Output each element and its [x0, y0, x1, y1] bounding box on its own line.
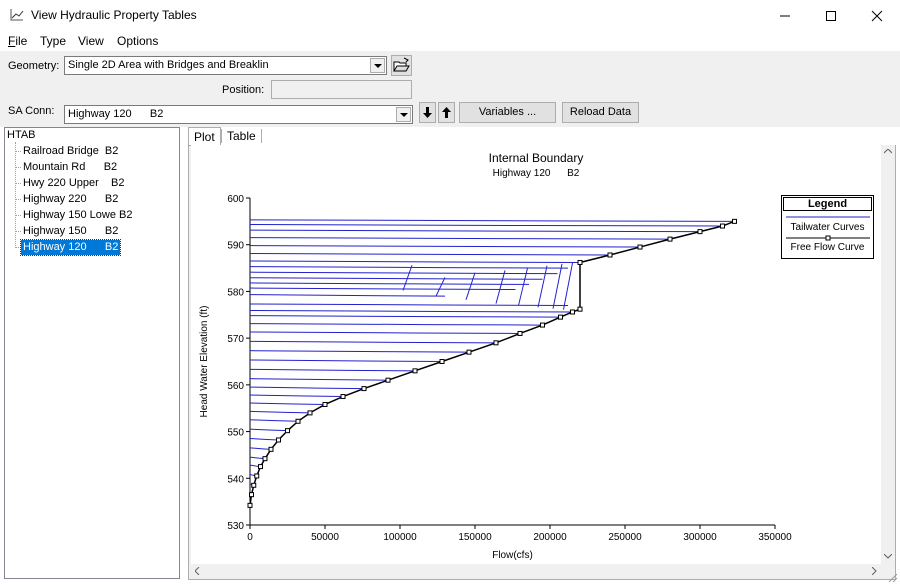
title-bar: View Hydraulic Property Tables [0, 0, 900, 31]
chart-legend: Legend Tailwater Curves Free Flow Curve [781, 195, 874, 259]
htab-tree[interactable]: HTAB Railroad Bridge B2 Mountain Rd B2 H… [4, 127, 180, 579]
tree-item[interactable]: Railroad Bridge B2 [21, 144, 120, 159]
reload-data-button[interactable]: Reload Data [562, 102, 639, 123]
vertical-scrollbar[interactable] [881, 145, 895, 564]
resize-grip-icon[interactable] [886, 571, 898, 583]
maximize-icon [826, 11, 836, 21]
up-arrow-icon [442, 107, 451, 118]
chart-title: Internal Boundary [488, 151, 584, 165]
scroll-up-icon[interactable] [884, 149, 892, 154]
legend-title: Legend [783, 197, 872, 211]
legend-freeflow-swatch [786, 235, 870, 241]
maximize-button[interactable] [808, 0, 854, 31]
app-chart-icon [10, 9, 24, 21]
tree-item[interactable]: Highway 150 B2 [21, 224, 120, 239]
window-title: View Hydraulic Property Tables [31, 8, 197, 22]
tree-item[interactable]: Hwy 220 Upper B2 [21, 176, 127, 191]
minimize-icon [780, 15, 790, 17]
previous-item-button[interactable] [438, 102, 455, 123]
close-button[interactable] [854, 0, 900, 31]
scroll-down-icon[interactable] [884, 554, 892, 559]
plot-area [191, 145, 881, 564]
saconn-value: Highway 120 B2 [68, 108, 164, 120]
legend-tailwater-swatch [786, 216, 870, 218]
variables-button[interactable]: Variables ... [459, 102, 556, 123]
tree-item[interactable]: Mountain Rd B2 [21, 160, 119, 175]
next-item-button[interactable] [419, 102, 436, 123]
geometry-dropdown[interactable]: Single 2D Area with Bridges and Breaklin [64, 56, 387, 75]
chevron-down-icon [400, 113, 408, 117]
tab-table[interactable]: Table [221, 129, 262, 143]
minimize-button[interactable] [762, 0, 808, 31]
menu-file[interactable]: File [8, 34, 27, 48]
open-geometry-button[interactable] [391, 55, 412, 76]
legend-tailwater-label: Tailwater Curves [790, 222, 865, 233]
down-arrow-icon [423, 107, 432, 118]
menu-bar: File Type View Options [0, 31, 900, 51]
scroll-right-icon[interactable] [872, 567, 877, 575]
saconn-dropdown[interactable]: Highway 120 B2 [64, 105, 413, 124]
position-label: Position: [222, 84, 265, 96]
dropdown-arrow[interactable] [396, 107, 411, 122]
tree-root[interactable]: HTAB [7, 129, 36, 141]
close-icon [871, 10, 883, 22]
chart-subtitle: Highway 120 B2 [492, 168, 580, 179]
scroll-left-icon[interactable] [195, 567, 200, 575]
dropdown-arrow[interactable] [370, 58, 385, 73]
tree-item[interactable]: Highway 150 Lowe B2 [21, 208, 134, 223]
chevron-down-icon [374, 64, 382, 68]
legend-freeflow-label: Free Flow Curve [790, 242, 865, 253]
position-field[interactable] [271, 80, 412, 99]
tab-plot[interactable]: Plot [188, 127, 221, 145]
tree-item-selected[interactable]: Highway 120 B2 [19, 239, 122, 256]
horizontal-scrollbar[interactable] [191, 564, 881, 578]
tree-item[interactable]: Highway 220 B2 [21, 192, 120, 207]
open-folder-icon [393, 57, 410, 72]
geometry-value: Single 2D Area with Bridges and Breaklin [68, 59, 269, 71]
saconn-label: SA Conn: [8, 105, 55, 117]
menu-options[interactable]: Options [117, 34, 158, 48]
geometry-label: Geometry: [8, 60, 60, 72]
menu-type[interactable]: Type [40, 34, 66, 48]
menu-view[interactable]: View [78, 34, 104, 48]
toolbar-area: Geometry: Single 2D Area with Bridges an… [0, 51, 900, 127]
